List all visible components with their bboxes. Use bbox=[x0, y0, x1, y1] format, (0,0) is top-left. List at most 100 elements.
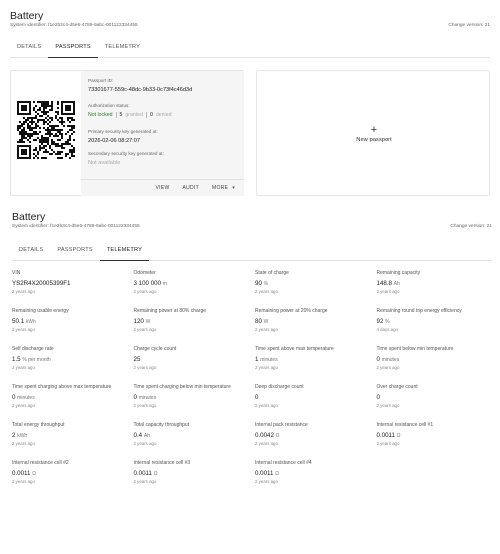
passport-info-panel: Passport ID: 73301677-559c-48dc-9b33-0c7… bbox=[81, 71, 244, 196]
telemetry-timestamp: 4 days ago bbox=[376, 327, 398, 332]
telemetry-timestamp: 2 years ago bbox=[255, 327, 278, 332]
telemetry-timestamp: 2 years ago bbox=[376, 289, 400, 294]
telemetry-value: 1 bbox=[255, 355, 259, 363]
telemetry-value-row: 0.0011 Ω bbox=[255, 470, 375, 477]
tab-passports[interactable]: PASSPORTS bbox=[48, 38, 98, 58]
telemetry-timestamp: 2 years ago bbox=[12, 289, 35, 294]
tab-passports[interactable]: PASSPORTS bbox=[50, 241, 99, 261]
telemetry-value-row: 50.1 kWh bbox=[12, 318, 132, 325]
telemetry-item: Remaining power at 20% charge 80 W 2 years… bbox=[255, 308, 375, 332]
telemetry-value: 25 bbox=[133, 355, 141, 363]
telemetry-value: 0.4 bbox=[133, 431, 143, 439]
telemetry-value: 0.0011 bbox=[255, 469, 274, 477]
tab-details[interactable]: DETAILS bbox=[12, 241, 50, 261]
telemetry-unit: % bbox=[385, 318, 390, 325]
telemetry-value: 0 bbox=[376, 355, 380, 363]
telemetry-unit: % bbox=[263, 280, 269, 287]
card-actions: VIEW AUDIT MORE ▾ bbox=[81, 179, 244, 196]
telemetry-unit: Ω bbox=[275, 432, 280, 439]
telemetry-unit: Ω bbox=[153, 470, 158, 477]
telemetry-value-row: 25 bbox=[134, 356, 254, 363]
telemetry-value-row: 2 kWh bbox=[12, 432, 132, 439]
telemetry-label: Remaining power at 80% charge bbox=[133, 308, 207, 314]
telemetry-unit: W bbox=[145, 318, 151, 325]
telemetry-timestamp: 2 years ago bbox=[133, 327, 157, 332]
telemetry-item: Total energy throughput 2 kWh 2 years ago bbox=[12, 422, 132, 446]
new-passport-label: New passport bbox=[356, 137, 392, 143]
telemetry-label: VIN bbox=[12, 270, 21, 276]
telemetry-unit: kWh bbox=[25, 318, 36, 325]
change-version: Change version: 21 bbox=[450, 224, 492, 229]
telemetry-label: State of charge bbox=[255, 270, 289, 276]
telemetry-label: Time spent above max temperature bbox=[255, 346, 334, 352]
telemetry-timestamp: 2 years ago bbox=[133, 365, 157, 370]
divider bbox=[115, 112, 117, 118]
telemetry-timestamp: 2 years ago bbox=[12, 403, 35, 408]
telemetry-item: Internal resistance cell #2 0.0011 Ω 2 yea… bbox=[12, 460, 132, 484]
telemetry-value: 50.1 bbox=[12, 317, 25, 325]
telemetry-label: Remaining capacity bbox=[376, 270, 421, 276]
more-button[interactable]: MORE ▾ bbox=[212, 185, 235, 191]
tab-details[interactable]: DETAILS bbox=[10, 38, 48, 58]
telemetry-label: Total capacity throughput bbox=[133, 422, 190, 428]
telemetry-value-row: 0 minutes bbox=[377, 356, 497, 363]
telemetry-value-row: 0.4 Ah bbox=[134, 432, 254, 439]
telemetry-value-row: 0.0011 Ω bbox=[134, 470, 254, 477]
telemetry-label: Time spent charging above max temperatur… bbox=[12, 384, 112, 390]
telemetry-timestamp: 2 years ago bbox=[12, 327, 35, 332]
system-identifier: System identifier: f1e2b3c4-d5e6-4789-9a… bbox=[10, 23, 138, 28]
telemetry-label: Total energy throughput bbox=[12, 422, 65, 428]
telemetry-label: Internal resistance cell #3 bbox=[133, 460, 191, 466]
telemetry-item: State of charge 90 % 2 years ago bbox=[255, 270, 375, 294]
divider bbox=[146, 112, 148, 118]
telemetry-item: VIN YS2R4X20005399F1 2 years ago bbox=[12, 270, 132, 294]
telemetry-value-row: 0.0011 Ω bbox=[377, 432, 497, 439]
telemetry-value: 0.0011 bbox=[133, 469, 152, 477]
change-version: Change version: 21 bbox=[448, 23, 490, 28]
tab-telemetry[interactable]: TELEMETRY bbox=[99, 241, 150, 261]
telemetry-value-row: 0 bbox=[255, 394, 375, 401]
telemetry-label: Internal resistance cell #4 bbox=[255, 460, 312, 466]
telemetry-item: Internal resistance cell #4 0.0011 Ω 2 yea… bbox=[255, 460, 375, 484]
telemetry-value: 0.0011 bbox=[12, 469, 31, 477]
telemetry-timestamp: 2 years ago bbox=[255, 403, 278, 408]
telemetry-value-row: YS2R4X20005399F1 bbox=[12, 280, 132, 287]
tab-bar: DETAILS PASSPORTS TELEMETRY bbox=[12, 241, 492, 261]
telemetry-value: 0 bbox=[376, 393, 380, 401]
telemetry-timestamp: 2 years ago bbox=[376, 403, 400, 408]
telemetry-value: 0 bbox=[255, 393, 259, 401]
telemetry-timestamp: 2 years ago bbox=[133, 479, 157, 484]
telemetry-label: Remaining usable energy bbox=[12, 308, 69, 314]
tab-bar: DETAILS PASSPORTS TELEMETRY bbox=[10, 38, 490, 58]
telemetry-unit: minutes bbox=[138, 394, 157, 401]
primary-key-value: 2026-02-06 08:27:07 bbox=[88, 138, 140, 144]
telemetry-timestamp: 2 years ago bbox=[12, 441, 35, 446]
qr-code-icon bbox=[17, 101, 75, 159]
telemetry-value: 0.0011 bbox=[376, 431, 395, 439]
denied-count: 0 bbox=[150, 112, 153, 118]
telemetry-value: 80 bbox=[255, 317, 262, 325]
granted-count: 5 bbox=[119, 112, 123, 118]
telemetry-unit: Ah bbox=[393, 280, 400, 287]
telemetry-item: Remaining capacity 148.8 Ah 2 years ago bbox=[377, 270, 497, 294]
telemetry-value-row: 0 minutes bbox=[134, 394, 254, 401]
new-passport-card[interactable]: + New passport bbox=[256, 70, 490, 196]
system-identifier: System identifier: f1e2b3c4-d5e6-4789-9a… bbox=[12, 224, 140, 229]
telemetry-item: Over charge count 0 2 years ago bbox=[377, 384, 497, 408]
telemetry-timestamp: 2 years ago bbox=[376, 365, 400, 370]
telemetry-value-row: 120 W bbox=[134, 318, 254, 325]
telemetry-timestamp: 2 years ago bbox=[133, 289, 157, 294]
audit-button[interactable]: AUDIT bbox=[182, 185, 199, 191]
telemetry-label: Time spent below min temperature bbox=[376, 346, 454, 352]
telemetry-timestamp: 2 years ago bbox=[376, 441, 400, 446]
telemetry-timestamp: 2 years ago bbox=[255, 441, 278, 446]
telemetry-unit: minutes bbox=[17, 394, 35, 401]
view-button[interactable]: VIEW bbox=[156, 185, 170, 191]
telemetry-item: Remaining power at 80% charge 120 W 2 year… bbox=[134, 308, 254, 332]
tab-telemetry[interactable]: TELEMETRY bbox=[98, 38, 147, 58]
telemetry-label: Self discharge rate bbox=[12, 346, 54, 352]
caret-down-icon: ▾ bbox=[232, 185, 235, 191]
telemetry-item: Total capacity throughput 0.4 Ah 2 years a… bbox=[134, 422, 254, 446]
telemetry-item: Time spent below min temperature 0 minute… bbox=[377, 346, 497, 370]
telemetry-unit: Ω bbox=[396, 432, 401, 439]
